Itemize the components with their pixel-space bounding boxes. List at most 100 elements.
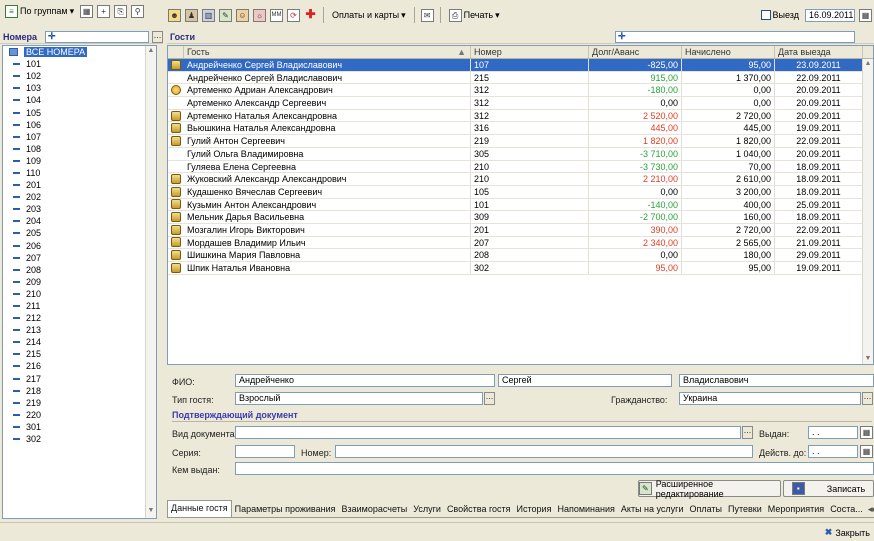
close-button[interactable]: ✖ Закрыть: [825, 527, 870, 538]
room-item[interactable]: 301: [3, 421, 156, 433]
doc-type-select-button[interactable]: …: [742, 426, 753, 439]
calendar-icon[interactable]: ▦: [860, 445, 873, 458]
table-row[interactable]: Андрейченко Сергей Владиславович 215 915,0…: [168, 71, 873, 85]
departure-filter[interactable]: Выезд: [759, 6, 801, 24]
medical-cross-icon[interactable]: ✚: [304, 8, 317, 22]
room-item[interactable]: 103: [3, 82, 156, 94]
tab-item[interactable]: Свойства гостя: [444, 503, 514, 517]
issued-by-field[interactable]: [235, 462, 874, 475]
tab-item[interactable]: Мероприятия: [765, 503, 827, 517]
room-item[interactable]: 102: [3, 70, 156, 82]
room-item[interactable]: 202: [3, 191, 156, 203]
room-item[interactable]: 208: [3, 264, 156, 276]
scroll-down-icon[interactable]: ▼: [146, 507, 156, 517]
group-guests-icon[interactable]: ☼: [253, 8, 266, 22]
group-by-button[interactable]: ≡ По группам ▾: [3, 2, 76, 20]
scroll-up-icon[interactable]: ▲: [863, 60, 873, 70]
tab-item[interactable]: Параметры проживания: [232, 503, 339, 517]
table-row[interactable]: Мельник Дарья Васильевна 309 -2 700,00 160,…: [168, 211, 873, 224]
table-row[interactable]: Гулий Ольга Владимировна 305 -3 710,00 1 04…: [168, 147, 873, 161]
series-field[interactable]: [235, 445, 295, 458]
room-item[interactable]: 109: [3, 155, 156, 167]
room-item[interactable]: 302: [3, 433, 156, 445]
room-item[interactable]: 218: [3, 385, 156, 397]
column-header-guest[interactable]: Гость ▲: [184, 46, 471, 58]
table-row[interactable]: Жуковский Александр Александрович 210 2 21…: [168, 173, 873, 186]
save-button[interactable]: ▪ Записать: [783, 480, 874, 497]
scroll-down-icon[interactable]: ▼: [863, 355, 873, 364]
checkin-icon[interactable]: ✎: [219, 8, 232, 22]
issued-date-field[interactable]: . .: [808, 426, 858, 439]
table-row[interactable]: Шпик Наталья Ивановна 302 95,00 95,00 19.09.…: [168, 262, 873, 275]
room-item[interactable]: 206: [3, 240, 156, 252]
tab-item[interactable]: Оплаты: [686, 503, 725, 517]
tab-item[interactable]: Акты на услуги: [618, 503, 687, 517]
tab-item[interactable]: Путевки: [725, 503, 765, 517]
number-field[interactable]: [335, 445, 753, 458]
grid-view-icon[interactable]: ▦: [80, 4, 94, 18]
tab-item[interactable]: Взаиморасчеты: [338, 503, 410, 517]
room-item[interactable]: 209: [3, 276, 156, 288]
departure-date-field[interactable]: 16.09.2011: [805, 8, 855, 22]
copy-icon[interactable]: ⎘: [114, 4, 128, 18]
room-item[interactable]: 205: [3, 227, 156, 239]
middle-name-field[interactable]: Владиславович: [679, 374, 874, 387]
room-item[interactable]: 101: [3, 58, 156, 70]
family-icon[interactable]: ☺: [236, 8, 249, 22]
column-header-debt[interactable]: Долг/Аванс: [589, 46, 682, 58]
room-item[interactable]: 104: [3, 94, 156, 106]
tab-item[interactable]: Данные гостя: [167, 500, 232, 517]
scroll-up-icon[interactable]: ▲: [146, 47, 156, 57]
valid-until-field[interactable]: . .: [808, 445, 858, 458]
print-button[interactable]: ⎙ Печать ▾: [447, 6, 502, 24]
tab-item[interactable]: История: [514, 503, 555, 517]
table-row[interactable]: Кузьмин Антон Александрович 101 -140,00 400…: [168, 198, 873, 212]
table-row[interactable]: Артеменко Александр Сергеевич 312 0,00 0,00…: [168, 97, 873, 110]
mini-icon[interactable]: MM: [270, 8, 283, 22]
filter-clear-icon[interactable]: ⚲: [131, 4, 145, 18]
table-row[interactable]: Андрейченко Сергей Владиславович 107 -825,…: [168, 59, 873, 72]
refresh-icon[interactable]: ⟳: [287, 8, 300, 22]
table-row[interactable]: Артеменко Наталья Александровна 312 2 520,…: [168, 109, 873, 123]
room-item[interactable]: 212: [3, 312, 156, 324]
guest-type-select-button[interactable]: …: [484, 392, 495, 405]
room-group-all[interactable]: ВСЕ НОМЕРА: [3, 46, 156, 58]
guests-table[interactable]: Гость ▲ Номер Долг/Аванс Начислено Дата в…: [167, 45, 874, 365]
doc-type-field[interactable]: [235, 426, 741, 439]
guest-icon[interactable]: ☻: [168, 8, 181, 22]
tab-item[interactable]: Соста...: [827, 503, 866, 517]
guest-type-field[interactable]: Взрослый: [235, 392, 483, 405]
citizenship-select-button[interactable]: …: [862, 392, 873, 405]
table-scrollbar[interactable]: ▲ ▼: [862, 59, 873, 364]
departure-checkbox[interactable]: [760, 10, 771, 20]
table-row[interactable]: Мордашев Владимир Ильич 207 2 340,00 2 565,…: [168, 236, 873, 250]
table-row[interactable]: Гуляева Елена Сергеевна 210 -3 730,00 70,00…: [168, 160, 873, 174]
payments-button[interactable]: Оплаты и карты ▾: [330, 6, 408, 24]
report-icon[interactable]: ✉: [420, 8, 434, 22]
room-item[interactable]: 108: [3, 143, 156, 155]
tab-item[interactable]: Напоминания: [554, 503, 617, 517]
rooms-scrollbar[interactable]: ▲ ▼: [145, 46, 156, 518]
room-item[interactable]: 219: [3, 397, 156, 409]
room-item[interactable]: 204: [3, 215, 156, 227]
room-item[interactable]: 215: [3, 348, 156, 360]
add-icon[interactable]: +: [97, 4, 111, 18]
room-item[interactable]: 107: [3, 131, 156, 143]
room-item[interactable]: 213: [3, 324, 156, 336]
room-item[interactable]: 211: [3, 300, 156, 312]
table-row[interactable]: Мозгалин Игорь Викторович 201 390,00 2 720,…: [168, 223, 873, 237]
calendar-icon[interactable]: ▦: [860, 426, 873, 439]
room-item[interactable]: 220: [3, 409, 156, 421]
last-name-field[interactable]: Андрейченко: [235, 374, 495, 387]
room-item[interactable]: 203: [3, 203, 156, 215]
rooms-list[interactable]: ВСЕ НОМЕРА 101 102 103 104 105 106 107 108 109 110…: [2, 45, 157, 519]
column-header-charged[interactable]: Начислено: [682, 46, 775, 58]
extended-edit-button[interactable]: ✎ Расширенное редактирование: [638, 479, 781, 499]
first-name-field[interactable]: Сергей: [498, 374, 672, 387]
room-item[interactable]: 214: [3, 336, 156, 348]
room-item[interactable]: 201: [3, 179, 156, 191]
building-icon[interactable]: ▥: [202, 8, 215, 22]
room-item[interactable]: 207: [3, 252, 156, 264]
tab-item[interactable]: Услуги: [410, 503, 444, 517]
column-header-departure[interactable]: Дата выезда: [775, 46, 863, 58]
